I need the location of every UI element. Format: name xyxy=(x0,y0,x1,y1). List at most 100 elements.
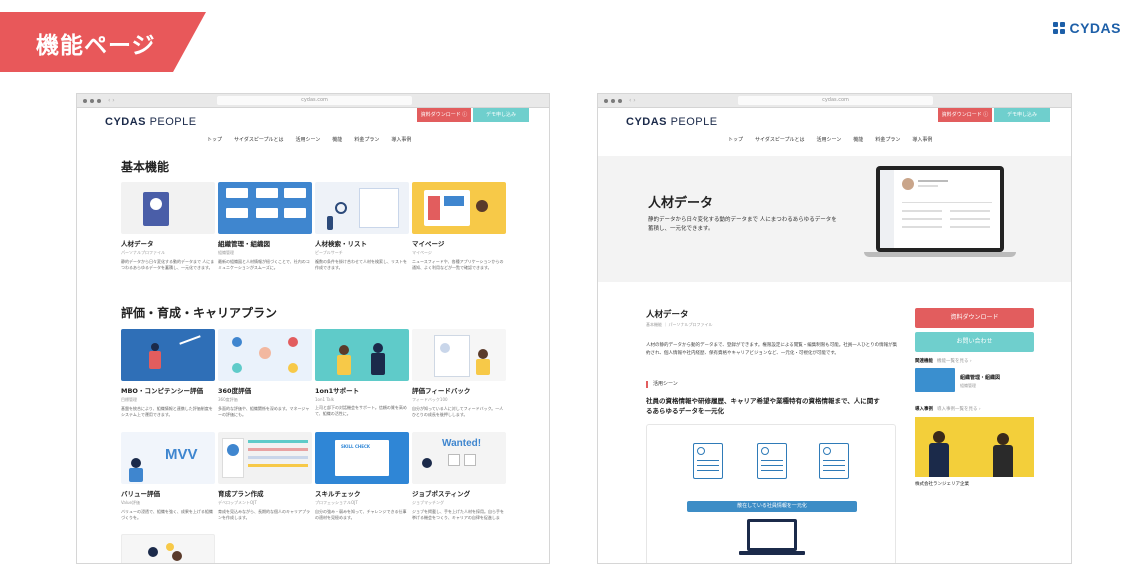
feature-card[interactable]: 人材検索・リスト ピープルサーチ 複数の条件を掛け合わせて人材を検索し、リストを… xyxy=(315,182,409,271)
url-bar[interactable]: cydas.com xyxy=(217,96,412,105)
feature-card[interactable] xyxy=(121,534,215,563)
mvv-badge: MVV xyxy=(165,446,198,463)
nav-item[interactable]: 活用シーン xyxy=(296,136,321,143)
site-logo[interactable]: CYDAS PEOPLE xyxy=(105,116,197,128)
site-nav: トップ サイダスピープルとは 活用シーン 機能 料金プラン 導入事例 xyxy=(207,136,411,143)
card-thumbnail: MVV xyxy=(121,432,215,484)
slide: 機能ページ CYDAS ‹ › cydas.com CYDAS PEOPLE 資… xyxy=(0,0,1129,564)
brand-name: CYDAS xyxy=(1069,20,1121,36)
feature-card[interactable]: MBO・コンピテンシー評価 目標管理 基盤を統合により、組織情報と連携した評価制… xyxy=(121,329,215,418)
feature-card[interactable]: Wanted! ジョブポスティング ジョブマッチング ジョブを掲載し、手を上げた… xyxy=(412,432,506,521)
sidebar-contact-button[interactable]: お問い合わせ xyxy=(915,332,1034,352)
card-thumbnail xyxy=(121,534,215,563)
card-desc: 最新の組織図と人材情報が紐づくことで、社内のコミュニケーションがスムーズに。 xyxy=(218,259,310,270)
card-name: マイページ xyxy=(412,240,445,248)
related-feature-name[interactable]: 組織管理・組織図 xyxy=(960,374,1000,381)
wanted-badge: Wanted! xyxy=(442,438,482,449)
card-sub: 目標管理 xyxy=(121,397,137,402)
browser-window-features-list: ‹ › cydas.com CYDAS PEOPLE 資料ダウンロード ⓘ デモ… xyxy=(76,93,550,564)
case-study-caption: 株式会社ランジェリア企業 xyxy=(915,482,969,487)
nav-item[interactable]: 料金プラン xyxy=(354,136,379,143)
related-more-link[interactable]: 機能一覧を見る › xyxy=(937,359,972,364)
card-thumbnail: SKILL CHECK xyxy=(315,432,409,484)
card-thumbnail xyxy=(121,329,215,381)
site-logo[interactable]: CYDAS PEOPLE xyxy=(626,116,718,128)
nav-item[interactable]: サイダスピープルとは xyxy=(234,136,284,143)
nav-item[interactable]: 導入事例 xyxy=(912,136,932,143)
nav-arrows-icon[interactable]: ‹ › xyxy=(629,97,636,104)
detail-title: 人材データ xyxy=(646,310,689,320)
nav-item[interactable]: トップ xyxy=(728,136,743,143)
nav-item[interactable]: 機能 xyxy=(332,136,342,143)
card-name: MBO・コンピテンシー評価 xyxy=(121,387,203,395)
detail-breadcrumb: 基本機能 ｜ パーソナルプロファイル xyxy=(646,322,713,327)
scene-heading: 社員の資格情報や研修履歴、キャリア希望や業種特有の資格情報まで、人に関するあらゆ… xyxy=(646,397,880,415)
window-dot-icon xyxy=(97,98,101,103)
laptop-icon xyxy=(747,519,797,551)
feature-card[interactable]: MVV バリュー評価 Value評価 バリューの浸透で、組織を強く、成果を上げる… xyxy=(121,432,215,521)
nav-item[interactable]: 導入事例 xyxy=(391,136,411,143)
window-dot-icon xyxy=(83,98,87,103)
feature-card[interactable]: 育成プラン作成 デベロップメントOJT 育成を見込みながら、長期的な個人のキャリ… xyxy=(218,432,312,521)
demo-button[interactable]: デモ申し込み xyxy=(994,108,1050,122)
nav-item[interactable]: サイダスピープルとは xyxy=(755,136,805,143)
card-desc: ジョブを掲載し、手を上げた人材を採用。自ら手を挙げる機会をつくり、キャリアの自律… xyxy=(412,509,504,520)
card-sub: プロフェッショナルOJT xyxy=(315,500,358,505)
scene-label: 活用シーン xyxy=(646,381,678,388)
feature-card[interactable]: マイページ マイページ ニュースフィードや、各種アプリケーションからの通知、よく… xyxy=(412,182,506,271)
feature-card[interactable]: 1on1サポート 1on1 Talk 上司と部下の対話機会をサポート。信頼の質を… xyxy=(315,329,409,417)
hero-section: 人材データ 静的データから日々変化する動的データまで 人にまつわるあらゆるデータ… xyxy=(598,156,1071,282)
card-desc: ニュースフィードや、各種アプリケーションからの通知、よく利用などが一覧で確認でき… xyxy=(412,259,504,270)
card-sub: Value評価 xyxy=(121,500,140,505)
card-name: 人材検索・リスト xyxy=(315,240,367,248)
site-header: CYDAS PEOPLE 資料ダウンロード ⓘ デモ申し込み トップ サイダスピ… xyxy=(77,108,549,150)
url-bar[interactable]: cydas.com xyxy=(738,96,933,105)
card-desc: 複数の条件を掛け合わせて人材を検索し、リストを作成できます。 xyxy=(315,259,407,270)
feature-card[interactable]: 組織管理・組織図 組織管理 最新の組織図と人材情報が紐づくことで、社内のコミュニ… xyxy=(218,182,312,271)
card-name: 評価フィードバック xyxy=(412,387,471,395)
hero-text: 静的データから日々変化する動的データまで 人にまつわるあらゆるデータを蓄積し、一… xyxy=(648,217,837,232)
browser-chrome: ‹ › cydas.com xyxy=(77,94,549,108)
window-dot-icon xyxy=(611,98,615,103)
profile-document-icon xyxy=(693,443,723,479)
card-desc: 静的データから日々変化する動的データまで 人にまつわるあらゆるデータを蓄積し、一… xyxy=(121,259,215,270)
card-thumbnail xyxy=(315,182,409,234)
card-sub: フィードバック100 xyxy=(412,397,448,402)
brand-logo: CYDAS xyxy=(1053,20,1121,36)
nav-arrows-icon[interactable]: ‹ › xyxy=(108,97,115,104)
download-button[interactable]: 資料ダウンロード ⓘ xyxy=(938,108,992,122)
related-feature-thumbnail[interactable] xyxy=(915,368,955,392)
slide-title-banner: 機能ページ xyxy=(0,12,206,72)
related-feature-sub: 組織管理 xyxy=(960,383,976,388)
card-thumbnail xyxy=(412,182,506,234)
site-header: CYDAS PEOPLE 資料ダウンロード ⓘ デモ申し込み トップ サイダスピ… xyxy=(598,108,1071,150)
laptop-screenshot xyxy=(876,166,1004,252)
brand-mark-icon xyxy=(1053,22,1066,34)
demo-button[interactable]: デモ申し込み xyxy=(473,108,529,122)
data-unification-illustration: 散在している社員情報を一元化 xyxy=(646,424,896,563)
nav-item[interactable]: トップ xyxy=(207,136,222,143)
card-thumbnail xyxy=(218,182,312,234)
feature-card[interactable]: 評価フィードバック フィードバック100 自分が知っている人に対してフィードバッ… xyxy=(412,329,506,418)
section-title-eval: 評価・育成・キャリアプラン xyxy=(121,306,278,320)
card-desc: 自分の強み・弱みを知って、チャレンジできる仕事の適材を見極めます。 xyxy=(315,509,407,520)
case-more-link[interactable]: 導入事例一覧を見る › xyxy=(937,407,981,412)
feature-card[interactable]: 人材データ パーソナルプロファイル 静的データから日々変化する動的データまで 人… xyxy=(121,182,215,271)
laptop-base xyxy=(864,252,1016,257)
nav-item[interactable]: 活用シーン xyxy=(817,136,842,143)
card-sub: パーソナルプロファイル xyxy=(121,250,165,255)
card-name: 組織管理・組織図 xyxy=(218,240,270,248)
nav-item[interactable]: 料金プラン xyxy=(875,136,900,143)
case-study-photo[interactable] xyxy=(915,417,1034,477)
sidebar-download-button[interactable]: 資料ダウンロード xyxy=(915,308,1034,328)
card-thumbnail xyxy=(121,182,215,234)
download-button[interactable]: 資料ダウンロード ⓘ xyxy=(417,108,471,122)
feature-card[interactable]: SKILL CHECK スキルチェック プロフェッショナルOJT 自分の強み・弱… xyxy=(315,432,409,521)
hero-title: 人材データ xyxy=(648,196,714,211)
feature-card[interactable]: 360度評価 360度評価 多面的な評価や、組織関係を深めます。マネージャーの評… xyxy=(218,329,312,418)
profile-document-icon xyxy=(819,443,849,479)
nav-item[interactable]: 機能 xyxy=(853,136,863,143)
card-sub: 組織管理 xyxy=(218,250,234,255)
card-sub: デベロップメントOJT xyxy=(218,500,257,505)
card-name: 360度評価 xyxy=(218,387,252,395)
